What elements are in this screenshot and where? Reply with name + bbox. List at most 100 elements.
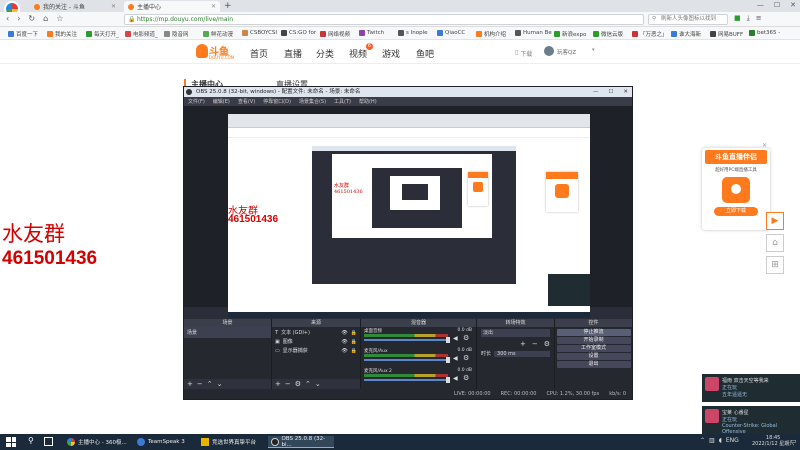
star-icon[interactable]: ☆ [56, 14, 63, 23]
bookmark-item[interactable]: 电影频道_ [125, 30, 158, 38]
nav-games[interactable]: 游戏 [382, 47, 400, 60]
bookmark-item[interactable]: 机构介绍 [476, 30, 506, 38]
bookmark-item[interactable]: Human Be [515, 30, 552, 36]
bookmark-item[interactable]: 网易BUFF [710, 30, 743, 38]
notification-toast[interactable]: 宝莱 心番星 正在玩 Counter-Strike: Global Offens… [702, 406, 800, 435]
bookmark-item[interactable]: 百度一下 [8, 30, 38, 38]
volume-slider[interactable] [364, 377, 450, 383]
speaker-icon[interactable]: ◀ [453, 335, 458, 342]
language-indicator[interactable]: ENG [726, 437, 739, 444]
back-icon[interactable]: ‹ [6, 14, 9, 23]
download-link[interactable]: ▯ 下载 [515, 49, 532, 58]
taskbar-item-platform[interactable]: 竞选世界真挚平台 [198, 436, 264, 448]
transition-select[interactable]: 淡出 [481, 329, 550, 337]
bookmark-item[interactable]: 我的关注 [47, 30, 77, 38]
douyu-logo[interactable]: 斗鱼 DOUYU.COM [196, 42, 240, 62]
settings-button[interactable]: 设置 [556, 353, 631, 360]
lock-icon[interactable]: 🔒 [351, 339, 357, 345]
bookmark-item[interactable]: QiaoCC [437, 30, 465, 36]
source-item[interactable]: ▣ 图像 👁 🔒 [272, 337, 360, 346]
taskbar-item-teamspeak[interactable]: TeamSpeak 3 [134, 436, 194, 448]
stop-stream-button[interactable]: 停止推流 [556, 329, 631, 336]
search-icon[interactable]: ⚲ [28, 436, 34, 445]
bookmark-item[interactable]: CS:GO for [281, 30, 316, 36]
maximize-icon[interactable]: ☐ [774, 1, 780, 9]
gear-icon[interactable]: ⚙ [295, 380, 301, 388]
lock-icon[interactable]: 🔒 [351, 348, 357, 354]
bookmark-item[interactable]: Twitch [359, 30, 384, 36]
play-icon[interactable]: ▶ [766, 212, 784, 230]
volume-slider-handle[interactable] [446, 357, 450, 363]
username[interactable]: 玩客QZ [557, 48, 576, 56]
volume-icon[interactable]: ◖ [719, 437, 722, 444]
minimize-icon[interactable]: — [593, 87, 599, 97]
move-up-icon[interactable]: ⌃ [305, 380, 311, 388]
start-record-button[interactable]: 开始录制 [556, 337, 631, 344]
minimize-icon[interactable]: — [757, 1, 764, 9]
url-input[interactable]: 🔒 https://mp.douyu.com/live/main [124, 14, 644, 25]
gear-icon[interactable]: ⚙ [544, 340, 550, 348]
nav-video[interactable]: 视频 [349, 47, 367, 60]
task-view-icon[interactable] [44, 437, 53, 446]
volume-slider-handle[interactable] [446, 337, 450, 343]
source-item[interactable]: T 文本 (GDI+) 👁 🔒 [272, 328, 360, 337]
obs-menu-item[interactable]: 文件(F) [188, 98, 205, 105]
chevron-down-icon[interactable]: ▾ [592, 47, 595, 53]
windows-start-icon[interactable] [6, 437, 16, 447]
remove-icon[interactable]: − [197, 380, 203, 388]
promo-download-button[interactable]: 立即下载 [714, 207, 758, 216]
add-icon[interactable]: + [520, 340, 526, 348]
move-down-icon[interactable]: ⌄ [217, 380, 223, 388]
obs-window[interactable]: OBS 25.0.8 (32-bit, windows) - 配置文件: 未命名… [183, 86, 633, 400]
gamepad-icon[interactable]: ⊞ [766, 256, 784, 274]
refresh-icon[interactable]: ↻ [28, 14, 35, 23]
menu-icon[interactable]: ≡ [756, 14, 762, 23]
network-icon[interactable]: ▥ [709, 437, 715, 444]
lock-icon[interactable]: 🔒 [351, 330, 357, 336]
obs-menu-item[interactable]: 工具(T) [334, 98, 351, 105]
avatar[interactable] [544, 46, 554, 56]
eye-icon[interactable]: 👁 [341, 330, 347, 336]
close-icon[interactable]: ✕ [211, 3, 216, 10]
bookmark-item[interactable]: 隐音网 [164, 30, 189, 38]
bookmark-item[interactable]: 微信云版 [593, 30, 623, 38]
move-up-icon[interactable]: ⌃ [207, 380, 213, 388]
obs-preview[interactable]: 水友群 461501436 水友群 461501436 [184, 106, 632, 318]
bookmark-item[interactable]: 谁大海新 [671, 30, 701, 38]
scene-item[interactable]: 场景 [184, 327, 271, 338]
bookmark-item[interactable]: bet365 - [749, 30, 780, 36]
promo-close-icon[interactable]: ✕ [762, 142, 767, 149]
add-icon[interactable]: + [275, 380, 281, 388]
nav-category[interactable]: 分类 [316, 47, 334, 60]
bookmark-item[interactable]: CSBOYCSI [242, 30, 277, 36]
notification-center-icon[interactable]: ▭ [790, 437, 797, 445]
tab-my-follow[interactable]: 我的关注 - 斗鱼 ✕ [30, 1, 120, 12]
obs-menu-item[interactable]: 帮助(H) [359, 98, 377, 105]
bookmark-item[interactable]: 「万恶之」 [632, 30, 668, 38]
speaker-icon[interactable]: ◀ [453, 375, 458, 382]
obs-menu-item[interactable]: 停靠窗口(D) [263, 98, 291, 105]
home-icon[interactable]: ⌂ [43, 14, 48, 23]
volume-slider[interactable] [364, 337, 450, 343]
close-window-icon[interactable]: ✕ [790, 1, 796, 9]
add-icon[interactable]: + [187, 380, 193, 388]
extension-icon[interactable]: ■ [734, 14, 741, 23]
obs-menu-item[interactable]: 查看(V) [238, 98, 255, 105]
eye-icon[interactable]: 👁 [341, 339, 347, 345]
volume-slider-handle[interactable] [446, 377, 450, 383]
forward-icon[interactable]: › [17, 14, 20, 23]
nav-home[interactable]: 首页 [250, 47, 268, 60]
notification-toast[interactable]: 福雨 双击天空等我来 正在玩 五年遥遥无 [702, 374, 800, 402]
gear-icon[interactable]: ⚙ [463, 354, 469, 362]
move-down-icon[interactable]: ⌄ [315, 380, 321, 388]
speaker-icon[interactable]: ◀ [453, 355, 458, 362]
search-input[interactable]: ⚲ 刷新人头像图标以找到 [648, 14, 728, 25]
bookmark-item[interactable]: 鲜花动漫 [203, 30, 233, 38]
source-item[interactable]: ▭ 显示器捕获 👁 🔒 [272, 346, 360, 355]
close-icon[interactable]: ✕ [623, 87, 628, 97]
companion-promo[interactable]: ✕ 斗鱼直播伴侣 超好用PC端直播工具 立即下载 [702, 142, 770, 230]
close-icon[interactable]: ✕ [111, 3, 116, 10]
duration-input[interactable]: 300 ms [494, 350, 550, 357]
clock[interactable]: 18:45 2022/1/12 星期六 [752, 435, 794, 447]
download-icon[interactable]: ⤓ [747, 14, 750, 23]
